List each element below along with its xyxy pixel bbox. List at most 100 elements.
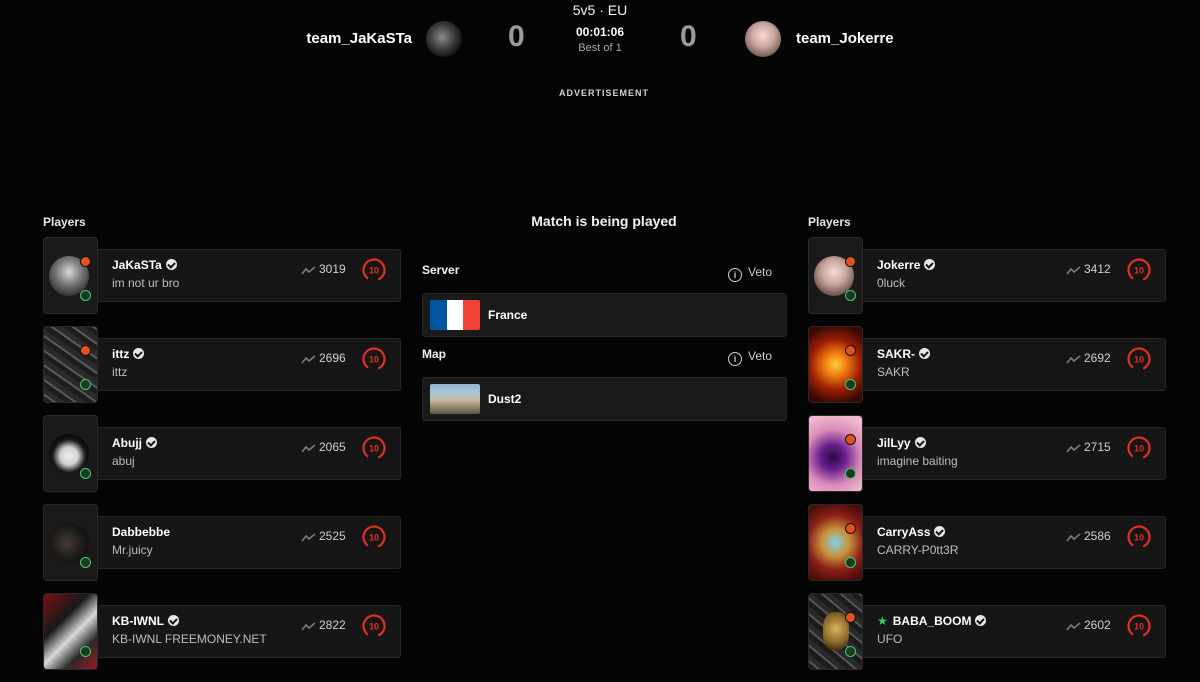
elo-trend-icon: [301, 355, 316, 364]
avatar[interactable]: [43, 504, 98, 581]
match-timer: 00:01:06: [575, 25, 625, 39]
verified-badge-icon: [914, 437, 926, 448]
map-option[interactable]: Dust2: [422, 377, 787, 421]
player-elo: 2586: [1084, 529, 1111, 543]
shield-icon: [80, 468, 91, 479]
shield-icon: [845, 646, 856, 657]
map-label: Map: [422, 347, 446, 361]
svg-text:10: 10: [369, 444, 379, 454]
player-name[interactable]: ★ BABA_BOOM: [877, 614, 987, 628]
player-name[interactable]: KB-IWNL: [112, 614, 179, 628]
verified-badge-icon: [133, 348, 145, 359]
skill-level-icon: 10: [1127, 436, 1151, 460]
party-badge-icon: [845, 345, 856, 356]
svg-text:10: 10: [1134, 533, 1144, 543]
verified-badge-icon: [975, 615, 987, 626]
server-option[interactable]: France: [422, 293, 787, 337]
server-label: Server: [422, 263, 460, 277]
verified-badge-icon: [146, 437, 157, 448]
player-elo: 2692: [1084, 351, 1111, 365]
skill-level-icon: 10: [1127, 525, 1151, 549]
player-subtitle: SAKR: [877, 365, 910, 379]
player-elo: 2822: [319, 618, 346, 632]
player-row[interactable]: Dabbebbe Mr.juicy 2525 10: [43, 504, 403, 581]
elo-trend-icon: [1066, 533, 1081, 542]
map-name: Dust2: [488, 392, 522, 406]
player-avatar-image: [809, 416, 862, 491]
skill-level-icon: 10: [362, 258, 386, 282]
svg-text:10: 10: [369, 533, 379, 543]
player-row[interactable]: Jokerre 0luck 3412 10: [808, 237, 1168, 314]
svg-text:10: 10: [369, 266, 379, 276]
shield-icon: [80, 290, 91, 301]
team-right-name[interactable]: team_Jokerre: [796, 30, 894, 47]
player-name[interactable]: ittz: [112, 347, 145, 361]
svg-text:10: 10: [1134, 266, 1144, 276]
avatar[interactable]: [808, 504, 863, 581]
best-of-label: Best of 1: [578, 42, 622, 54]
avatar[interactable]: [43, 237, 98, 314]
player-subtitle: UFO: [877, 632, 903, 646]
player-card[interactable]: [858, 605, 1166, 658]
player-subtitle: imagine baiting: [877, 454, 958, 468]
player-row[interactable]: KB-IWNL KB-IWNL FREEMONEY.NET 2822 10: [43, 593, 403, 670]
verified-badge-icon: [919, 348, 930, 359]
player-name[interactable]: JaKaSTa: [112, 258, 177, 272]
player-name[interactable]: Dabbebbe: [112, 525, 170, 539]
elo-trend-icon: [301, 444, 316, 453]
shield-icon: [845, 468, 856, 479]
player-row[interactable]: ittz ittz 2696 10: [43, 326, 403, 403]
shield-icon: [845, 379, 856, 390]
shield-icon: [80, 379, 91, 390]
player-name[interactable]: Abujj: [112, 436, 157, 450]
elo-trend-icon: [301, 622, 316, 631]
player-avatar-image: [809, 505, 862, 580]
player-row[interactable]: ★ BABA_BOOM UFO 2602 10: [808, 593, 1168, 670]
party-badge-icon: [845, 523, 856, 534]
party-badge-icon: [845, 256, 856, 267]
player-row[interactable]: Abujj abuj 2065 10: [43, 415, 403, 492]
player-row[interactable]: CarryAss CARRY-P0tt3R 2586 10: [808, 504, 1168, 581]
player-card[interactable]: [93, 338, 401, 391]
avatar[interactable]: [43, 415, 98, 492]
svg-text:10: 10: [1134, 444, 1144, 454]
player-subtitle: KB-IWNL FREEMONEY.NET: [112, 632, 267, 646]
player-name[interactable]: CarryAss: [877, 525, 946, 539]
player-name[interactable]: JilLyy: [877, 436, 926, 450]
verified-badge-icon: [165, 259, 177, 270]
match-header: 5v5 · EU team_JaKaSTa 0 00:01:06 Best of…: [0, 0, 1200, 80]
avatar[interactable]: [808, 415, 863, 492]
avatar[interactable]: [43, 593, 98, 670]
map-veto-button[interactable]: i Veto: [728, 349, 772, 366]
elo-trend-icon: [301, 533, 316, 542]
star-icon: ★: [877, 614, 888, 628]
svg-text:10: 10: [1134, 622, 1144, 632]
player-elo: 2065: [319, 440, 346, 454]
skill-level-icon: 10: [362, 525, 386, 549]
server-veto-button[interactable]: i Veto: [728, 265, 772, 282]
player-avatar-image: [44, 327, 97, 402]
party-badge-icon: [80, 345, 91, 356]
player-row[interactable]: JilLyy imagine baiting 2715 10: [808, 415, 1168, 492]
party-badge-icon: [845, 434, 856, 445]
player-name[interactable]: SAKR-: [877, 347, 930, 361]
avatar[interactable]: [808, 237, 863, 314]
avatar[interactable]: [808, 326, 863, 403]
player-elo: 2525: [319, 529, 346, 543]
verified-badge-icon: [934, 526, 946, 537]
advertisement-label: ADVERTISEMENT: [558, 88, 649, 98]
avatar[interactable]: [43, 326, 98, 403]
server-name: France: [488, 308, 528, 322]
avatar[interactable]: [808, 593, 863, 670]
player-row[interactable]: SAKR- SAKR 2692 10: [808, 326, 1168, 403]
player-card[interactable]: [93, 427, 401, 480]
player-subtitle: CARRY-P0tt3R: [877, 543, 959, 557]
player-name[interactable]: Jokerre: [877, 258, 936, 272]
team-right-avatar[interactable]: [745, 21, 781, 57]
skill-level-icon: 10: [362, 436, 386, 460]
verified-badge-icon: [167, 615, 179, 626]
player-elo: 2696: [319, 351, 346, 365]
skill-level-icon: 10: [1127, 347, 1151, 371]
player-row[interactable]: JaKaSTa im not ur bro 3019 10: [43, 237, 403, 314]
elo-trend-icon: [301, 266, 316, 275]
